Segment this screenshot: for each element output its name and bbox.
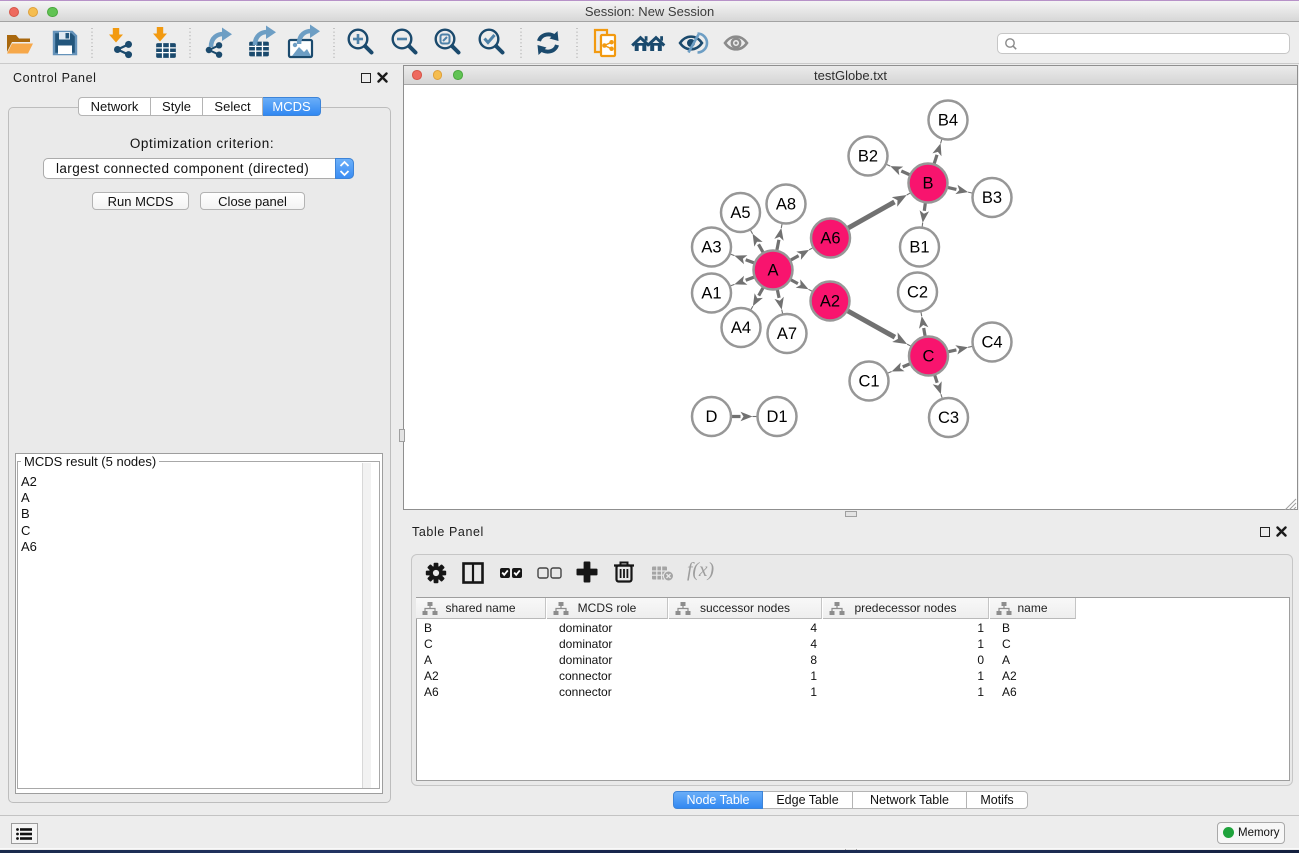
svg-text:A: A — [767, 262, 778, 280]
svg-text:A4: A4 — [731, 319, 751, 337]
svg-text:C: C — [923, 348, 935, 366]
svg-text:A8: A8 — [776, 196, 796, 214]
svg-text:C2: C2 — [907, 284, 928, 302]
svg-text:C1: C1 — [858, 373, 879, 391]
svg-text:A6: A6 — [820, 230, 840, 248]
svg-text:B: B — [922, 175, 933, 193]
svg-text:B4: B4 — [938, 112, 958, 130]
svg-text:A2: A2 — [820, 293, 840, 311]
svg-text:A3: A3 — [701, 239, 721, 257]
svg-text:A5: A5 — [730, 204, 750, 222]
svg-text:C3: C3 — [938, 409, 959, 427]
svg-text:A7: A7 — [777, 325, 797, 343]
svg-text:D1: D1 — [766, 408, 787, 426]
svg-text:D: D — [706, 408, 718, 426]
svg-text:B3: B3 — [982, 189, 1002, 207]
svg-text:A1: A1 — [701, 285, 721, 303]
svg-text:B1: B1 — [909, 239, 929, 257]
svg-text:B2: B2 — [858, 148, 878, 166]
svg-text:C4: C4 — [981, 334, 1002, 352]
